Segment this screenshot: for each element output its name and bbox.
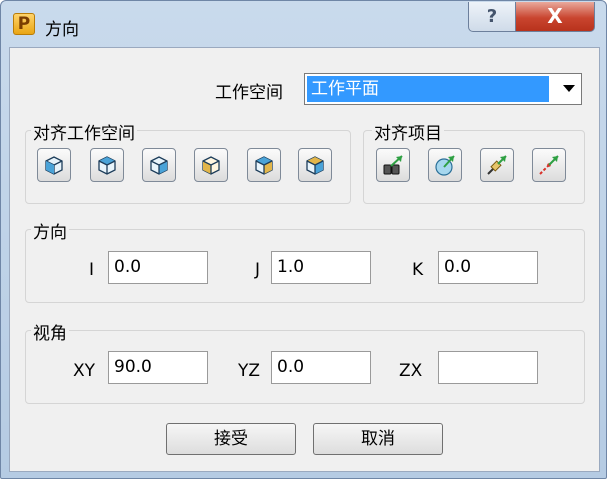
workspace-dropdown[interactable]: 工作平面: [304, 73, 582, 105]
direction-i-label: I: [89, 260, 95, 280]
align-item-button-3[interactable]: [480, 148, 514, 182]
direction-k-label: K: [412, 260, 424, 280]
direction-i-input[interactable]: 0.0: [108, 251, 208, 284]
align-workspace-title: 对齐工作空间: [31, 119, 137, 144]
align-tool-icon: [487, 155, 507, 175]
align-cube-top-icon: [98, 156, 116, 175]
view-angle-yz-input[interactable]: 0.0: [271, 351, 371, 384]
align-sphere-icon: [435, 155, 455, 176]
view-angle-title: 视角: [31, 319, 69, 344]
align-workspace-button-3[interactable]: [142, 148, 176, 182]
align-workspace-button-6[interactable]: [298, 148, 332, 182]
view-angle-xy-label: XY: [73, 361, 96, 381]
close-button[interactable]: X: [515, 2, 595, 32]
app-icon: P: [13, 13, 35, 35]
align-item-button-2[interactable]: [428, 148, 462, 182]
workspace-label: 工作空间: [215, 83, 283, 103]
workspace-selected-value: 工作平面: [307, 76, 549, 102]
direction-title: 方向: [31, 218, 69, 243]
align-cube-side-reverse-icon: [306, 156, 324, 175]
align-cube-top-reverse-icon: [255, 156, 273, 175]
title-bar[interactable]: P 方向 ? X: [1, 1, 606, 47]
align-workspace-button-5[interactable]: [247, 148, 281, 182]
view-angle-xy-input[interactable]: 90.0: [108, 351, 208, 384]
align-cube-front-icon: [45, 156, 63, 175]
align-item-button-4[interactable]: [532, 148, 566, 182]
align-item-title: 对齐项目: [372, 119, 444, 144]
view-angle-zx-input[interactable]: [438, 351, 538, 384]
align-item-button-1[interactable]: [376, 148, 410, 182]
align-cube-front-reverse-icon: [202, 156, 220, 175]
align-workspace-button-4[interactable]: [194, 148, 228, 182]
window-title: 方向: [45, 20, 79, 40]
dialog-body: 工作空间 工作平面 对齐工作空间 对齐项目 方向 I 0.0 J 1.0 K 0…: [9, 47, 600, 472]
view-angle-yz-label: YZ: [238, 361, 261, 381]
cancel-button[interactable]: 取消: [313, 423, 443, 455]
align-cube-side-icon: [150, 156, 168, 175]
help-button[interactable]: ?: [468, 2, 516, 32]
align-workspace-button-2[interactable]: [90, 148, 124, 182]
align-line-icon: [539, 155, 559, 175]
align-workspace-button-1[interactable]: [37, 148, 71, 182]
align-binoculars-icon: [383, 155, 403, 175]
direction-j-input[interactable]: 1.0: [271, 251, 371, 284]
chevron-down-icon[interactable]: [563, 85, 575, 92]
dialog-window: P 方向 ? X 工作空间 工作平面 对齐工作空间 对齐项目 方向 I 0.0 …: [0, 0, 607, 479]
direction-j-label: J: [255, 260, 261, 280]
accept-button[interactable]: 接受: [166, 423, 296, 455]
direction-k-input[interactable]: 0.0: [438, 251, 538, 284]
view-angle-zx-label: ZX: [399, 361, 423, 381]
